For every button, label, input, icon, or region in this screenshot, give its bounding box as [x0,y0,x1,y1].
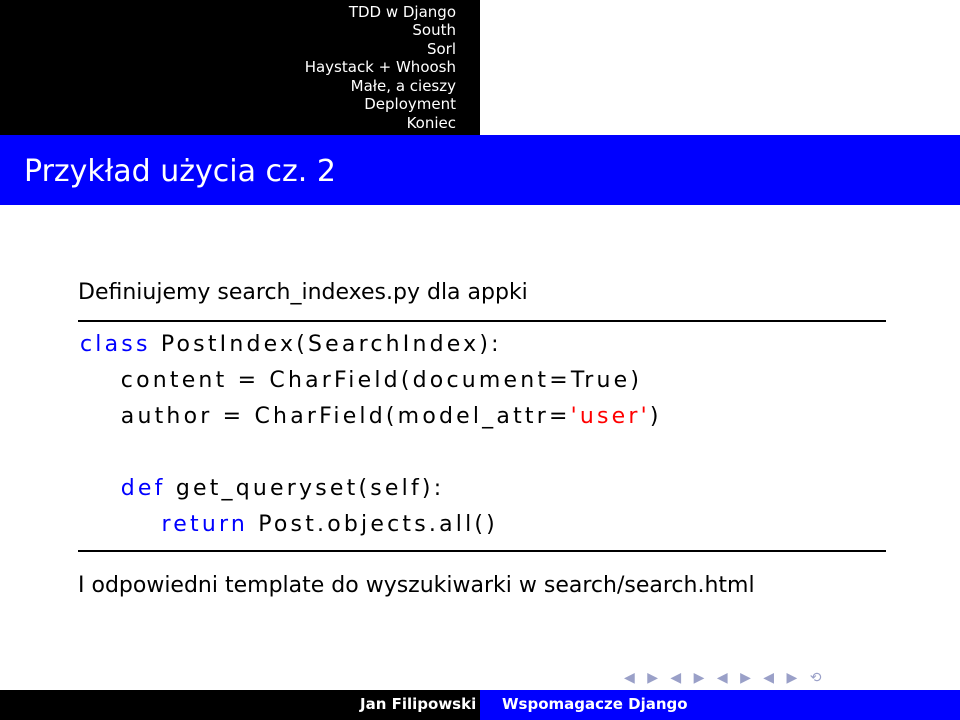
nav-item-haystack[interactable]: Haystack + Whoosh [18,58,480,76]
code-text: ) [649,404,662,429]
header-bar: TDD w Django South Sorl Haystack + Whoos… [0,0,960,135]
code-text: content = CharField(document=True) [80,368,643,393]
footer-talk: Wspomagacze Django [502,695,688,713]
keyword-return: return [80,512,249,537]
outro-text: I odpowiedni template do wyszukiwarki w … [78,573,755,598]
footer-author: Jan Filipowski [360,695,477,713]
code-text: Post.objects.all() [248,512,498,537]
code-top-rule [78,320,886,322]
code-line-5: return Post.objects.all() [80,512,498,537]
code-line-3: author = CharField(model_attr='user') [80,404,662,429]
nav-item-deployment[interactable]: Deployment [18,95,480,113]
code-line-2: content = CharField(document=True) [80,368,642,393]
nav-item-sorl[interactable]: Sorl [18,40,480,58]
slide-title: Przykład użycia cz. 2 [24,154,336,189]
code-line-1: class PostIndex(SearchIndex): [80,332,502,357]
code-bottom-rule [78,550,886,552]
keyword-class: class [80,332,151,357]
nav-item-male[interactable]: Małe, a cieszy [18,77,480,95]
nav-item-koniec[interactable]: Koniec [18,114,480,132]
beamer-nav-icons[interactable]: ◀ ▶ ◀ ▶ ◀ ▶ ◀ ▶ ⟲ [624,670,825,686]
header-right [480,0,960,135]
code-text: get_queryset(self): [165,476,445,501]
nav-item-south[interactable]: South [18,21,480,39]
code-text: author = CharField(model_attr= [80,404,571,429]
footer-bar: Jan Filipowski Wspomagacze Django [0,690,960,720]
keyword-def: def [80,476,166,501]
section-nav: TDD w Django South Sorl Haystack + Whoos… [0,0,480,135]
nav-item-tdd[interactable]: TDD w Django [18,3,480,21]
intro-text: Definiujemy search_indexes.py dla appki [78,280,528,305]
code-text: PostIndex(SearchIndex): [150,332,502,357]
code-line-4: def get_queryset(self): [80,476,444,501]
string-literal: 'user' [570,404,650,429]
